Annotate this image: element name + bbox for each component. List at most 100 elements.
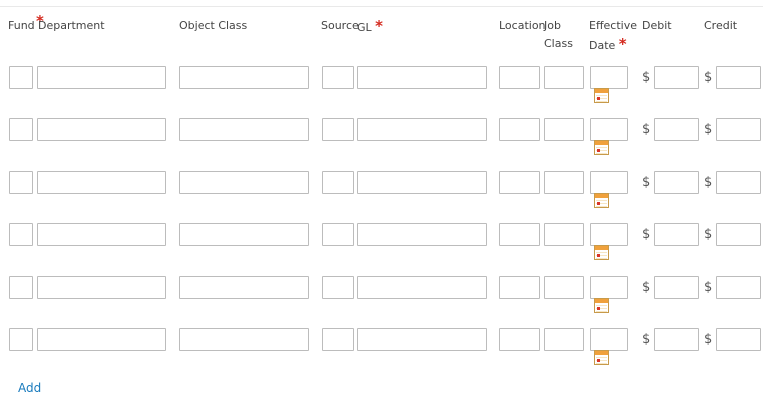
calendar-marker [597,97,600,100]
debit-currency-symbol: $ [642,227,651,242]
gl-input[interactable] [357,223,487,246]
gl-input[interactable] [357,328,487,351]
fund-input[interactable] [9,223,33,246]
debit-input[interactable] [654,276,699,299]
debit-currency-symbol: $ [642,280,651,295]
header-credit: Credit [704,19,738,32]
location-input[interactable] [499,118,540,141]
header-object-class: Object Class [179,19,248,32]
credit-input[interactable] [716,66,761,89]
header-effective: Effective [589,19,637,32]
object-class-input[interactable] [179,66,309,89]
credit-currency-symbol: $ [704,227,713,242]
effective-date-input[interactable] [590,276,628,299]
top-divider [0,6,763,7]
calendar-marker [597,149,600,152]
debit-input[interactable] [654,223,699,246]
calendar-header-strip [595,299,608,303]
location-input[interactable] [499,66,540,89]
calendar-marker [597,202,600,205]
credit-input[interactable] [716,276,761,299]
job-class-input[interactable] [544,66,584,89]
object-class-input[interactable] [179,276,309,299]
object-class-input[interactable] [179,171,309,194]
header-class: Class [544,37,573,50]
department-input[interactable] [37,328,166,351]
location-input[interactable] [499,276,540,299]
debit-currency-symbol: $ [642,332,651,347]
required-marker-gl: * [375,17,384,35]
object-class-input[interactable] [179,328,309,351]
department-input[interactable] [37,118,166,141]
job-class-input[interactable] [544,171,584,194]
department-input[interactable] [37,276,166,299]
calendar-icon[interactable] [594,193,609,208]
job-class-input[interactable] [544,328,584,351]
credit-currency-symbol: $ [704,70,713,85]
effective-date-input[interactable] [590,171,628,194]
location-input[interactable] [499,171,540,194]
source-input[interactable] [322,66,354,89]
debit-input[interactable] [654,118,699,141]
gl-input[interactable] [357,171,487,194]
source-input[interactable] [322,118,354,141]
location-input[interactable] [499,328,540,351]
calendar-icon[interactable] [594,88,609,103]
credit-input[interactable] [716,118,761,141]
add-row-link[interactable]: Add [18,381,41,395]
department-input[interactable] [37,66,166,89]
gl-input[interactable] [357,118,487,141]
required-marker-date: * [618,35,627,53]
debit-input[interactable] [654,171,699,194]
object-class-input[interactable] [179,223,309,246]
header-gl: GL * [357,17,383,37]
credit-input[interactable] [716,223,761,246]
header-fund: Fund [8,19,35,32]
source-input[interactable] [322,171,354,194]
source-input[interactable] [322,223,354,246]
source-input[interactable] [322,328,354,351]
job-class-input[interactable] [544,276,584,299]
effective-date-input[interactable] [590,223,628,246]
calendar-marker [597,307,600,310]
calendar-header-strip [595,246,608,250]
fund-input[interactable] [9,276,33,299]
object-class-input[interactable] [179,118,309,141]
job-class-input[interactable] [544,118,584,141]
calendar-header-strip [595,141,608,145]
header-department: Department [38,19,105,32]
source-input[interactable] [322,276,354,299]
credit-currency-symbol: $ [704,122,713,137]
department-input[interactable] [37,171,166,194]
fund-input[interactable] [9,66,33,89]
header-gl-label: GL [357,21,372,34]
header-date-label: Date [589,39,616,52]
calendar-icon[interactable] [594,140,609,155]
calendar-header-strip [595,194,608,198]
credit-input[interactable] [716,171,761,194]
header-source: Source [321,19,359,32]
calendar-icon[interactable] [594,298,609,313]
credit-input[interactable] [716,328,761,351]
effective-date-input[interactable] [590,328,628,351]
effective-date-input[interactable] [590,66,628,89]
calendar-icon[interactable] [594,245,609,260]
gl-input[interactable] [357,276,487,299]
department-input[interactable] [37,223,166,246]
gl-input[interactable] [357,66,487,89]
job-class-input[interactable] [544,223,584,246]
location-input[interactable] [499,223,540,246]
fund-input[interactable] [9,118,33,141]
fund-input[interactable] [9,171,33,194]
calendar-marker [597,359,600,362]
debit-currency-symbol: $ [642,70,651,85]
debit-input[interactable] [654,328,699,351]
effective-date-input[interactable] [590,118,628,141]
header-location: Location [499,19,546,32]
debit-input[interactable] [654,66,699,89]
calendar-icon[interactable] [594,350,609,365]
header-date: Date * [589,35,627,55]
fund-input[interactable] [9,328,33,351]
debit-currency-symbol: $ [642,122,651,137]
header-debit: Debit [642,19,672,32]
